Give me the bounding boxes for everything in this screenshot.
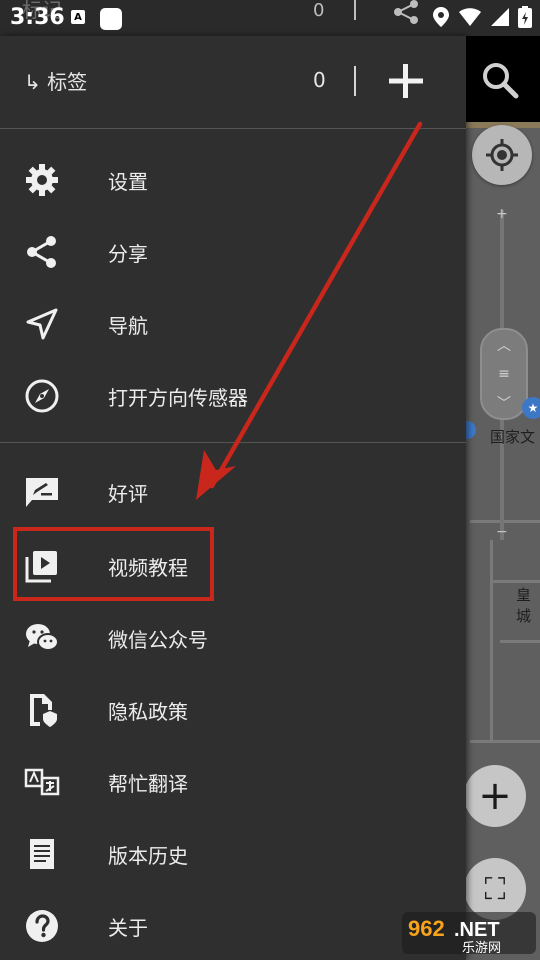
svg-text:962: 962 [408, 916, 445, 941]
svg-text:.NET: .NET [454, 919, 500, 941]
svg-text:乐游网: 乐游网 [462, 941, 501, 956]
watermark-logo: 962 .NET 乐游网 [402, 908, 536, 956]
annotation-highlight-box [13, 527, 214, 601]
screen: + − ︿ ≡ ﹀ ★ 国家文 皇城 + ⛶ 标记 3:36 A 0 ↳ 标签 … [0, 0, 540, 960]
annotation-arrow [196, 121, 423, 500]
